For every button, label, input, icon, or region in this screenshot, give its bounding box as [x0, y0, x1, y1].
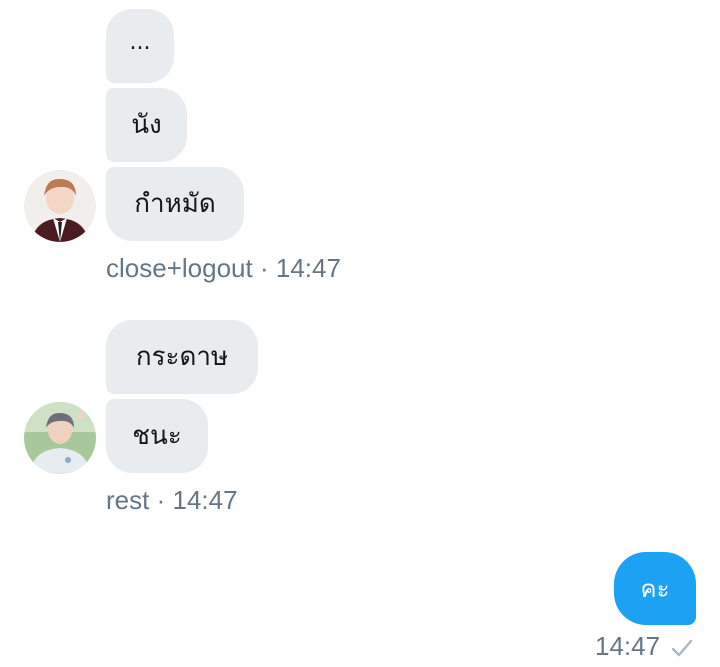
- message-time: 14:47: [275, 253, 341, 283]
- avatar-image: [24, 402, 96, 474]
- sender-name[interactable]: close+logout: [106, 253, 253, 283]
- message-bubble-sent[interactable]: คะ: [614, 552, 696, 625]
- message-bubble[interactable]: กำหมัด: [106, 167, 244, 241]
- message-bubble[interactable]: นัง: [106, 88, 187, 162]
- message-time: 14:47: [595, 631, 661, 661]
- message-bubble[interactable]: กระดาษ: [106, 320, 258, 394]
- sender-name[interactable]: rest: [106, 485, 149, 515]
- message-text: กำหมัด: [134, 189, 216, 219]
- check-icon: [671, 639, 693, 657]
- message-text: ชนะ: [132, 421, 182, 451]
- avatar-image: [24, 170, 96, 242]
- avatar[interactable]: [24, 402, 96, 474]
- message-bubble[interactable]: ...: [106, 9, 174, 83]
- message-text: นัง: [131, 110, 162, 140]
- message-time: 14:47: [172, 485, 238, 515]
- meta-separator: ·: [259, 253, 269, 283]
- message-meta: 14:47: [595, 633, 660, 659]
- message-meta: rest · 14:47: [106, 487, 238, 513]
- message-text: คะ: [640, 575, 670, 603]
- message-text: กระดาษ: [135, 342, 229, 372]
- meta-separator: ·: [156, 485, 166, 515]
- message-text: ...: [129, 30, 151, 55]
- message-meta: close+logout · 14:47: [106, 255, 341, 281]
- message-bubble[interactable]: ชนะ: [106, 399, 208, 473]
- avatar[interactable]: [24, 170, 96, 242]
